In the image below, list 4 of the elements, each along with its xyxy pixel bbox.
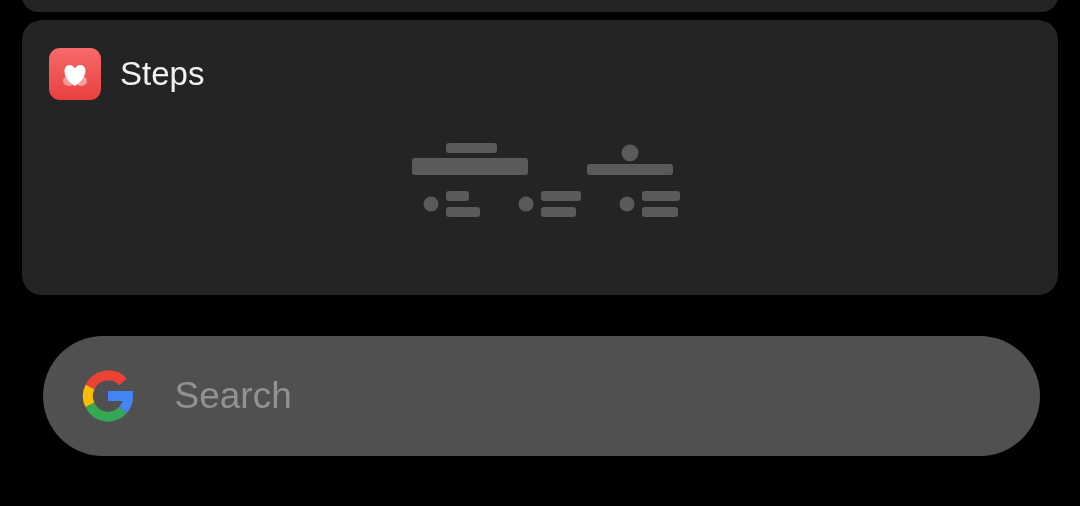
google-logo-icon bbox=[80, 369, 135, 423]
search-field[interactable]: Search bbox=[172, 374, 877, 418]
widget-title: Steps bbox=[120, 55, 205, 93]
search-bar[interactable]: Search bbox=[42, 336, 1040, 456]
